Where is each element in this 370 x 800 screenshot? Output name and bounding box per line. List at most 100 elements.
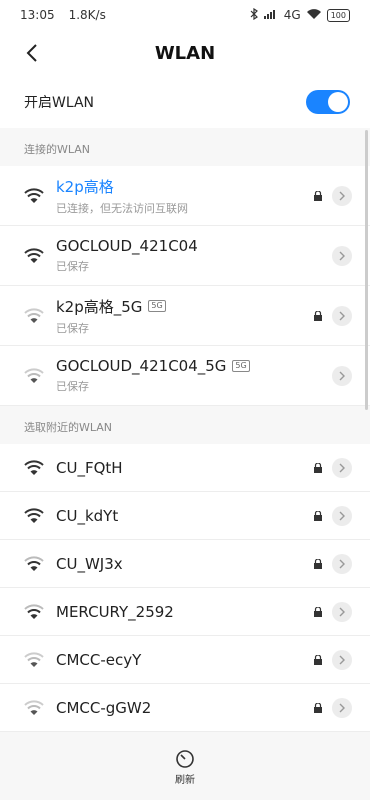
cellular-signal-icon [263, 8, 278, 22]
nearby-network-row[interactable]: CU_WJ3x [0, 540, 370, 588]
scrollbar[interactable] [365, 130, 368, 410]
nearby-network-row[interactable]: CU_FQtH [0, 444, 370, 492]
chevron-left-icon [26, 44, 37, 62]
lock-icon [314, 310, 322, 321]
lock-icon [314, 606, 322, 617]
saved-network-row[interactable]: GOCLOUD_421C04_5G 5G 已保存 [0, 346, 370, 406]
nearby-network-row[interactable]: CU_kdYt [0, 492, 370, 540]
chevron-right-icon [339, 371, 345, 380]
network-status: 已保存 [56, 260, 89, 273]
section-nearby: 选取附近的WLAN [0, 410, 370, 444]
section-connected: 连接的WLAN [0, 132, 370, 166]
network-texts: k2p高格已连接，但无法访问互联网 [56, 176, 370, 216]
chevron-right-icon [339, 655, 345, 664]
wifi-signal-icon [24, 187, 44, 203]
network-details-button[interactable] [332, 601, 352, 622]
network-texts: CU_FQtH [56, 459, 370, 477]
network-ssid: MERCURY_2592 [56, 602, 174, 621]
chevron-right-icon [339, 191, 345, 200]
band-badge: 5G [232, 360, 250, 372]
network-details-button[interactable] [332, 185, 352, 206]
network-name-wrap: CMCC-gGW2 [56, 699, 370, 717]
network-details-button[interactable] [332, 457, 352, 478]
chevron-right-icon [339, 559, 345, 568]
wifi-signal-icon [24, 699, 44, 715]
lock-icon [314, 510, 322, 521]
nearby-list: CU_FQtH CU_kdYt CU_WJ3x MERCURY_2592 CMCC-ec… [0, 444, 370, 732]
back-button[interactable] [20, 41, 44, 65]
wifi-signal-icon [24, 459, 44, 475]
saved-network-row[interactable]: k2p高格_5G 5G 已保存 [0, 286, 370, 346]
network-details-button[interactable] [332, 245, 352, 266]
network-name-wrap: MERCURY_2592 [56, 603, 370, 621]
band-badge: 5G [148, 300, 166, 312]
network-texts: k2p高格_5G 5G 已保存 [56, 296, 370, 336]
nearby-network-row[interactable]: CMCC-gGW2 [0, 684, 370, 732]
network-texts: CMCC-gGW2 [56, 699, 370, 717]
lock-icon [314, 558, 322, 569]
network-texts: GOCLOUD_421C04 已保存 [56, 237, 370, 274]
network-details-button[interactable] [332, 697, 352, 718]
wifi-signal-icon [24, 507, 44, 523]
network-name-wrap: CU_kdYt [56, 507, 370, 525]
nearby-network-row[interactable]: MERCURY_2592 [0, 588, 370, 636]
network-name-wrap: CU_FQtH [56, 459, 370, 477]
network-texts: MERCURY_2592 [56, 603, 370, 621]
status-time: 13:05 [20, 8, 55, 22]
wifi-signal-icon [24, 367, 44, 383]
connected-list: k2p高格已连接，但无法访问互联网 GOCLOUD_421C04 已保存 k2p高格_… [0, 166, 370, 406]
saved-network-row[interactable]: GOCLOUD_421C04 已保存 [0, 226, 370, 286]
status-bar: 13:05 1.8K/s 4G 100 [0, 0, 370, 30]
network-ssid: k2p高格_5G [56, 297, 143, 316]
chevron-right-icon [339, 311, 345, 320]
network-status: 已连接，但无法访问互联网 [56, 201, 188, 215]
battery-indicator: 100 [326, 8, 350, 22]
network-details-button[interactable] [332, 553, 352, 574]
wifi-signal-icon [24, 555, 44, 571]
network-ssid: GOCLOUD_421C04_5G [56, 357, 227, 375]
status-speed: 1.8K/s [68, 8, 106, 22]
network-texts: CMCC-ecyY [56, 651, 370, 669]
network-name-wrap: CU_WJ3x [56, 555, 370, 573]
network-details-button[interactable] [332, 305, 352, 326]
network-name-wrap: k2p高格 [56, 176, 370, 197]
network-ssid: CMCC-ecyY [56, 650, 142, 669]
lock-icon [314, 190, 322, 201]
refresh-icon [176, 750, 194, 768]
wifi-signal-icon [24, 603, 44, 619]
network-name-wrap: GOCLOUD_421C04_5G 5G [56, 357, 370, 375]
toggle-knob [328, 92, 348, 112]
network-name-wrap: GOCLOUD_421C04 [56, 237, 370, 255]
lock-icon [314, 654, 322, 665]
network-details-button[interactable] [332, 365, 352, 386]
network-type: 4G [283, 8, 301, 22]
network-texts: CU_WJ3x [56, 555, 370, 573]
network-ssid: GOCLOUD_421C04 [56, 237, 198, 255]
network-ssid: CU_WJ3x [56, 554, 123, 573]
chevron-right-icon [339, 251, 345, 260]
chevron-right-icon [339, 511, 345, 520]
page-title: WLAN [154, 42, 216, 64]
bottom-bar: 刷新 [0, 735, 370, 800]
network-name-wrap: k2p高格_5G 5G [56, 296, 370, 317]
wlan-toggle-row: 开启WLAN [0, 76, 370, 128]
network-texts: GOCLOUD_421C04_5G 5G 已保存 [56, 357, 370, 394]
chevron-right-icon [339, 703, 345, 712]
lock-icon [314, 462, 322, 473]
chevron-right-icon [339, 607, 345, 616]
app-header: WLAN [0, 30, 370, 76]
network-status: 已保存 [56, 380, 89, 393]
bluetooth-icon [250, 7, 258, 23]
network-details-button[interactable] [332, 505, 352, 526]
network-ssid: CU_FQtH [56, 458, 123, 477]
wifi-signal-icon [24, 307, 44, 323]
refresh-label: 刷新 [175, 775, 195, 786]
wifi-status-icon [306, 8, 321, 22]
network-details-button[interactable] [332, 649, 352, 670]
nearby-network-row[interactable]: CMCC-ecyY [0, 636, 370, 684]
wifi-signal-icon [24, 651, 44, 667]
refresh-button[interactable]: 刷新 [175, 749, 195, 786]
saved-network-row[interactable]: k2p高格已连接，但无法访问互联网 [0, 166, 370, 226]
network-ssid: k2p高格 [56, 177, 114, 196]
wlan-toggle-switch[interactable] [306, 90, 350, 114]
